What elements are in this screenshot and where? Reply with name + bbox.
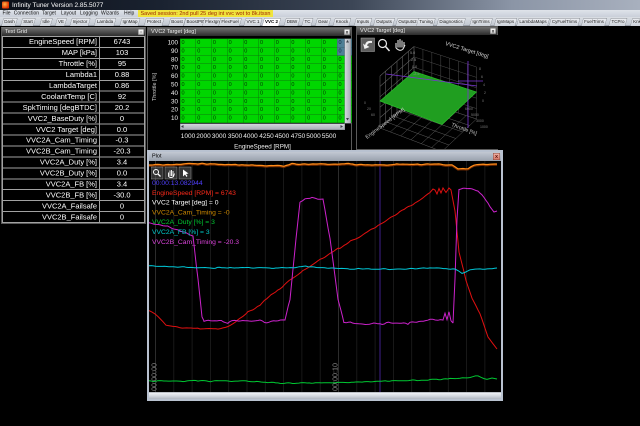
svg-text:20: 20 bbox=[367, 107, 371, 111]
svg-text:2.5: 2.5 bbox=[411, 58, 416, 62]
svg-text:0: 0 bbox=[482, 99, 484, 103]
svg-text:2: 2 bbox=[484, 91, 486, 95]
svg-text:0.0: 0.0 bbox=[412, 65, 417, 69]
svg-text:5000: 5000 bbox=[471, 113, 479, 117]
svg-text:00:00:10: 00:00:10 bbox=[331, 363, 340, 391]
svg-text:8: 8 bbox=[479, 67, 481, 71]
svg-text:0: 0 bbox=[364, 101, 366, 105]
svg-text:6: 6 bbox=[481, 75, 483, 79]
svg-text:1000: 1000 bbox=[480, 125, 488, 129]
svg-text:3000: 3000 bbox=[476, 119, 484, 123]
svg-text:00:00:00: 00:00:00 bbox=[150, 363, 159, 391]
svg-text:6000: 6000 bbox=[465, 107, 473, 111]
svg-text:4: 4 bbox=[483, 83, 485, 87]
svg-text:60: 60 bbox=[371, 113, 375, 117]
svg-text:5.0: 5.0 bbox=[410, 51, 415, 55]
svg-text:-2.5: -2.5 bbox=[413, 72, 419, 76]
